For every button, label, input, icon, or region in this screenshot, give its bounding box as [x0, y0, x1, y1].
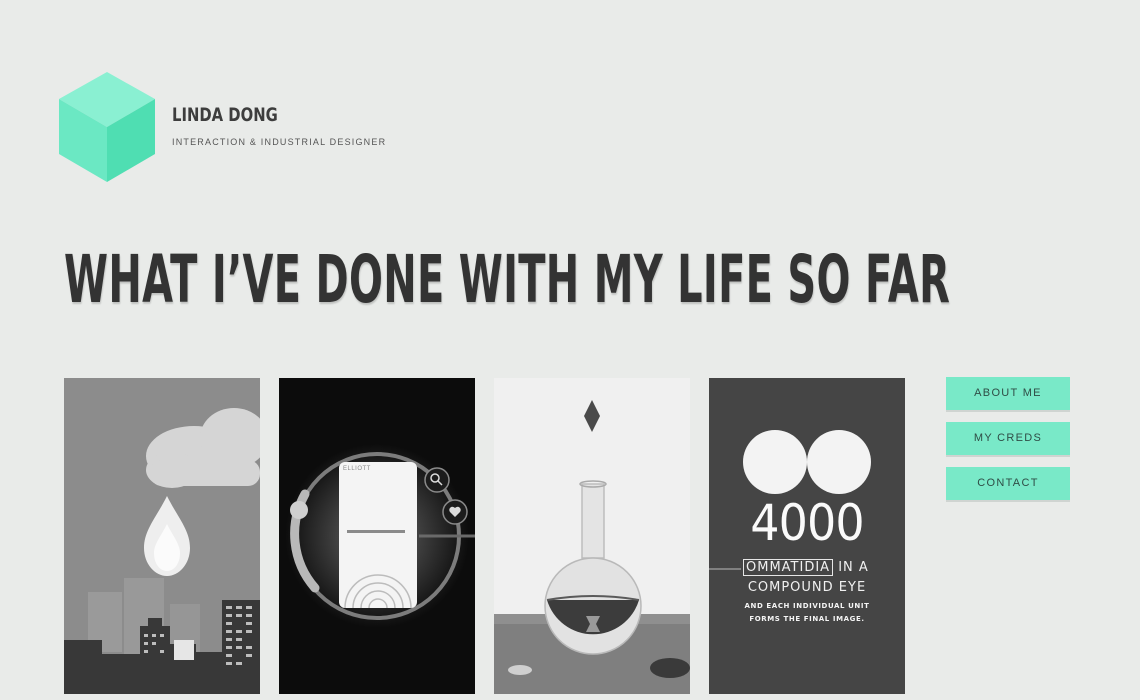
project-card-flask[interactable]	[494, 378, 690, 694]
logo-cube-icon	[59, 72, 155, 182]
raindrop-city-illustration	[64, 378, 260, 694]
flask-photo-illustration	[494, 378, 690, 694]
app-screen-label: ELLIOTT	[343, 466, 371, 472]
eye-stat-line1: OMMATIDIA IN A	[743, 559, 869, 576]
site-tagline: INTERACTION & INDUSTRIAL DESIGNER	[172, 137, 387, 147]
eye-stat-sub1: AND EACH INDIVIDUAL UNIT	[744, 602, 870, 610]
project-card-raindrop[interactable]	[64, 378, 260, 694]
about-me-button[interactable]: ABOUT ME	[946, 377, 1070, 410]
eye-stat-line2: COMPOUND EYE	[747, 580, 867, 595]
page-headline: WHAT I’VE DONE WITH MY LIFE SO FAR	[64, 241, 951, 318]
app-dial-illustration	[279, 378, 475, 694]
eye-stat-boxed-word: OMMATIDIA	[743, 559, 834, 576]
eye-stat-word-rest: IN A	[838, 560, 869, 575]
project-card-compound-eye[interactable]: 4000 OMMATIDIA IN A COMPOUND EYE AND EAC…	[709, 378, 905, 694]
site-name[interactable]: LINDA DONG	[172, 104, 278, 126]
eye-stat-number: 4000	[750, 494, 864, 552]
project-card-app[interactable]: ELLIOTT	[279, 378, 475, 694]
eye-stat-subtext: AND EACH INDIVIDUAL UNIT FORMS THE FINAL…	[709, 600, 905, 626]
my-creds-button[interactable]: MY CREDS	[946, 422, 1070, 455]
eye-stat-sub2: FORMS THE FINAL IMAGE.	[749, 615, 865, 623]
contact-button[interactable]: CONTACT	[946, 467, 1070, 500]
